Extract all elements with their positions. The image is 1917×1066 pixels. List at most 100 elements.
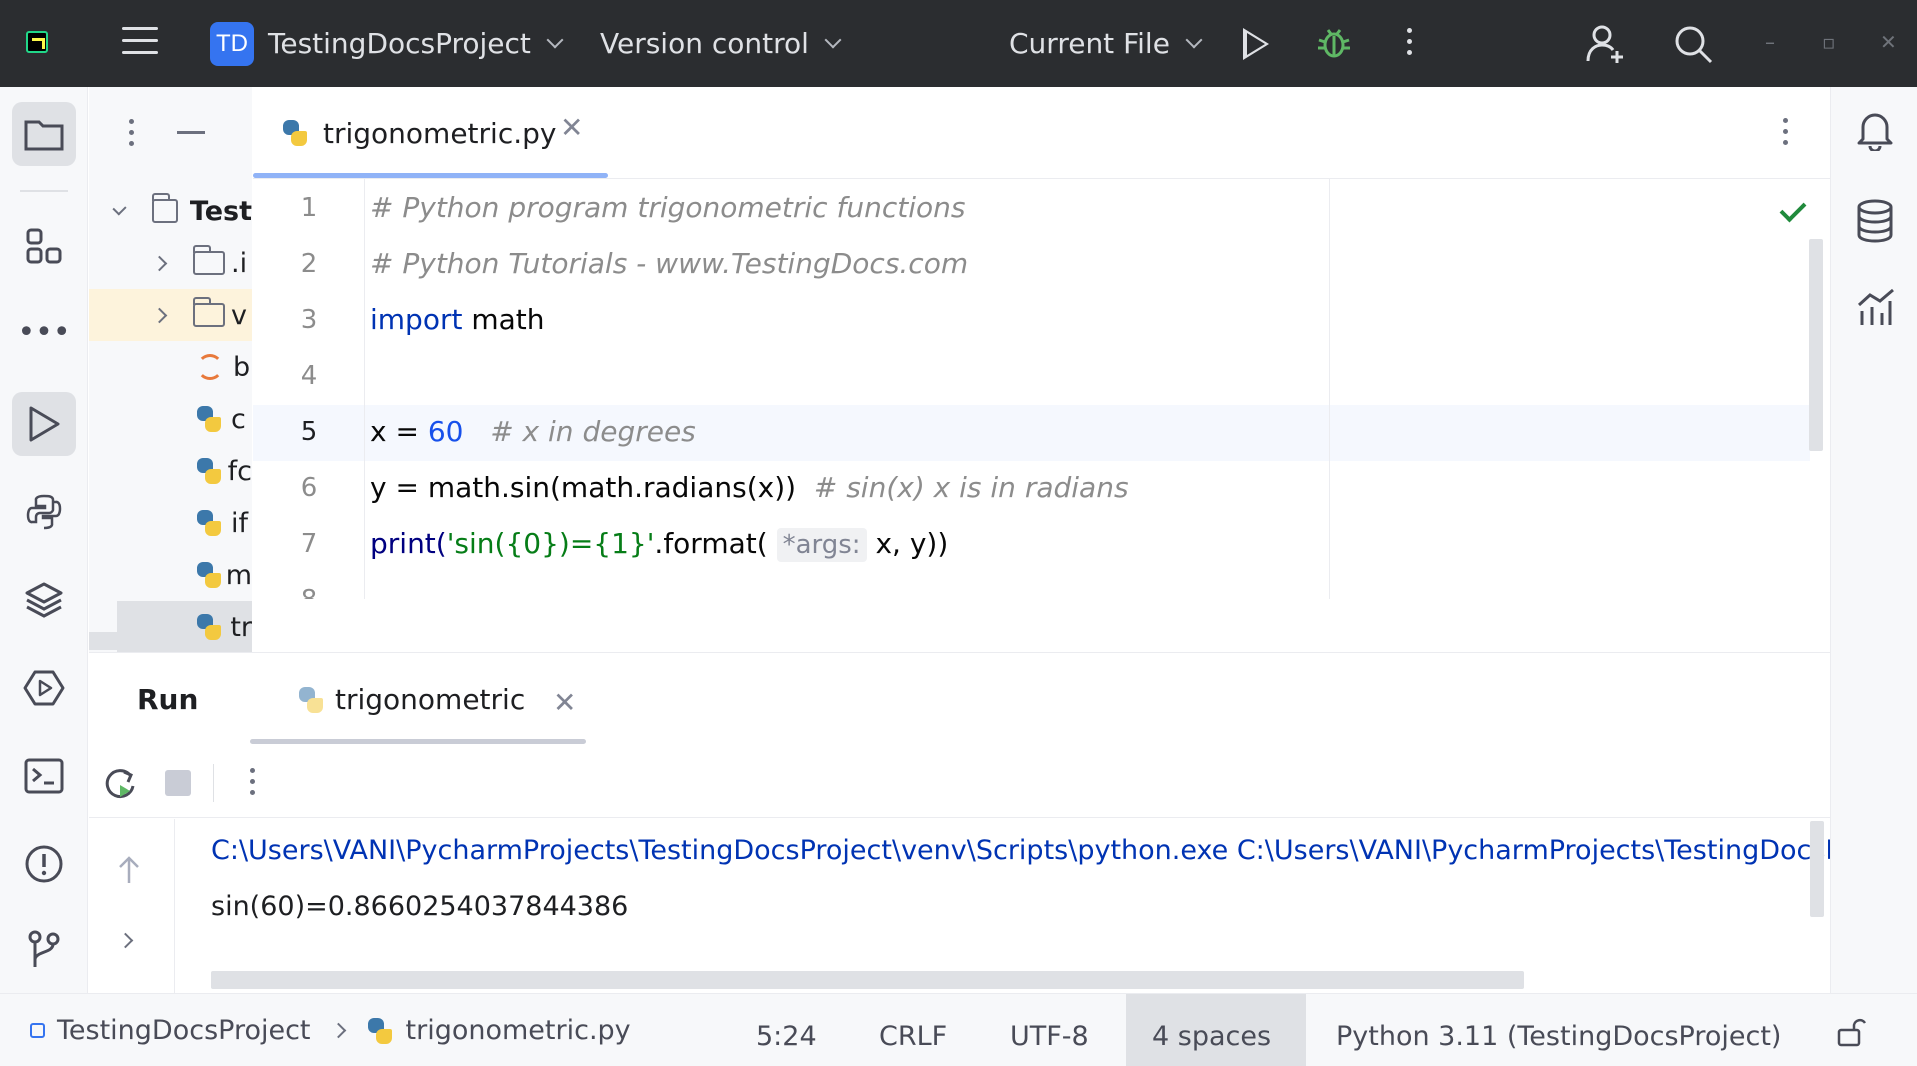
code-line-1: # Python program trigonometric functions [370,191,965,224]
layers-icon [25,582,63,618]
line-number: 2 [300,249,318,279]
console-gutter [89,819,175,994]
tree-horizontal-scrollbar[interactable] [89,632,151,650]
search-icon[interactable] [1673,24,1713,64]
more-actions-icon[interactable] [1407,28,1413,61]
chevron-right-icon [151,255,168,271]
close-run-tab-icon[interactable]: ✕ [553,686,576,719]
console-vertical-scrollbar[interactable] [1810,821,1824,917]
line-number: 1 [300,193,318,223]
tree-row-label: c [231,403,246,435]
no-problems-check-icon[interactable] [1779,195,1807,223]
sciview-chart-icon[interactable] [1856,287,1896,327]
scroll-up-arrow-icon[interactable] [117,855,141,885]
editor-tab-bar: trigonometric.py ✕ [253,87,1830,179]
editor-options-icon[interactable] [1783,118,1789,151]
console-horizontal-scrollbar[interactable] [211,971,1524,989]
caret-position[interactable]: 5:24 [756,1000,817,1066]
python-interpreter[interactable]: Python 3.11 (TestingDocsProject) [1336,1000,1781,1066]
terminal-icon [24,758,64,794]
run-icon[interactable] [1243,28,1269,60]
code-text: math [462,303,545,336]
tree-row[interactable]: m [89,549,252,601]
project-tool-button[interactable] [12,102,76,166]
chevron-down-icon [546,31,564,48]
rerun-icon[interactable] [103,766,139,802]
run-tool-window: Run trigonometric ✕ C:\Users\VANI\Pychar… [89,652,1842,994]
code-line-7: print('sin({0})={1}'.format( *args: x, y… [370,527,948,562]
status-bar: TestingDocsProject trigonometric.py 5:24… [0,993,1917,1066]
file-encoding[interactable]: UTF-8 [1010,1000,1089,1066]
version-control-menu[interactable]: Version control [600,0,842,87]
run-options-icon[interactable] [250,768,256,801]
tree-row[interactable]: .i [89,237,252,289]
minimize-button[interactable]: – [1765,30,1775,54]
project-badge[interactable]: TD [210,22,254,66]
project-options-icon[interactable] [129,119,135,152]
run-icon [29,406,60,442]
bower-file-icon [197,354,223,380]
folder-icon [152,193,178,223]
tree-row[interactable]: v [89,289,252,341]
python-packages-tool-button[interactable] [12,568,76,632]
git-tool-button[interactable] [12,917,76,981]
add-user-icon[interactable] [1585,23,1627,65]
folder-icon [24,120,64,151]
tree-root[interactable]: Test [89,185,252,237]
more-tools-icon[interactable]: ••• [12,300,76,364]
tab-trigonometric-py[interactable]: trigonometric.py [253,87,608,179]
parameter-hint: *args: [776,528,867,562]
editor-vertical-scrollbar[interactable] [1809,239,1823,451]
services-tool-button[interactable] [12,656,76,720]
folder-icon [193,245,225,275]
python-file-icon [195,405,223,433]
tree-row[interactable]: c [89,393,252,445]
run-tool-button[interactable] [12,392,76,456]
line-separator[interactable]: CRLF [879,1000,947,1066]
breadcrumb-project[interactable]: TestingDocsProject [57,1015,311,1046]
code-editor[interactable]: 1 2 3 4 5 6 7 8 # Python program trigono… [253,179,1830,599]
stop-icon[interactable] [165,770,191,796]
strip-separator [20,190,68,192]
code-text: y = math.sin(math.radians(x)) [370,471,797,504]
pycharm-logo-icon[interactable] [26,31,48,53]
run-config-selector[interactable]: Current File [1009,0,1203,87]
python-file-icon [195,613,222,641]
line-number: 7 [300,529,318,559]
maximize-button[interactable]: ▫ [1822,30,1836,54]
line-number-gutter: 1 2 3 4 5 6 7 8 [253,179,365,599]
close-window-button[interactable]: ✕ [1880,30,1897,54]
breadcrumb-file[interactable]: trigonometric.py [406,1015,631,1046]
tree-row[interactable]: fc [89,445,252,497]
chevron-right-icon [330,1022,346,1039]
database-icon[interactable] [1856,199,1894,243]
terminal-tool-button[interactable] [12,744,76,808]
close-tab-icon[interactable]: ✕ [560,111,583,144]
tree-row[interactable]: if [89,497,252,549]
version-control-label: Version control [600,27,809,60]
code-comment: # x in degrees [490,415,696,448]
code-number: 60 [427,415,464,448]
notifications-bell-icon[interactable] [1855,109,1895,151]
project-name: TestingDocsProject [268,27,531,60]
structure-icon [26,228,62,264]
line-number: 6 [300,473,318,503]
python-console-tool-button[interactable] [12,480,76,544]
python-file-icon [281,119,309,147]
chevron-right-icon[interactable] [117,932,134,949]
chevron-down-icon [112,200,127,216]
active-tab-indicator [253,173,608,178]
tree-row[interactable]: b [89,341,252,393]
run-tab-trigonometric[interactable]: trigonometric [297,683,525,716]
lock-icon[interactable] [1836,1016,1866,1048]
project-selector[interactable]: TestingDocsProject [268,0,564,87]
code-line-5: x = 60 # x in degrees [370,415,696,448]
minimize-panel-icon[interactable] [177,131,205,134]
line-number-current: 5 [300,417,318,447]
problems-tool-button[interactable] [12,832,76,896]
main-menu-icon[interactable] [122,27,158,59]
indent-setting[interactable]: 4 spaces [1126,994,1306,1066]
debug-icon[interactable] [1315,24,1353,62]
chevron-down-icon [824,31,842,48]
structure-tool-button[interactable] [12,214,76,278]
